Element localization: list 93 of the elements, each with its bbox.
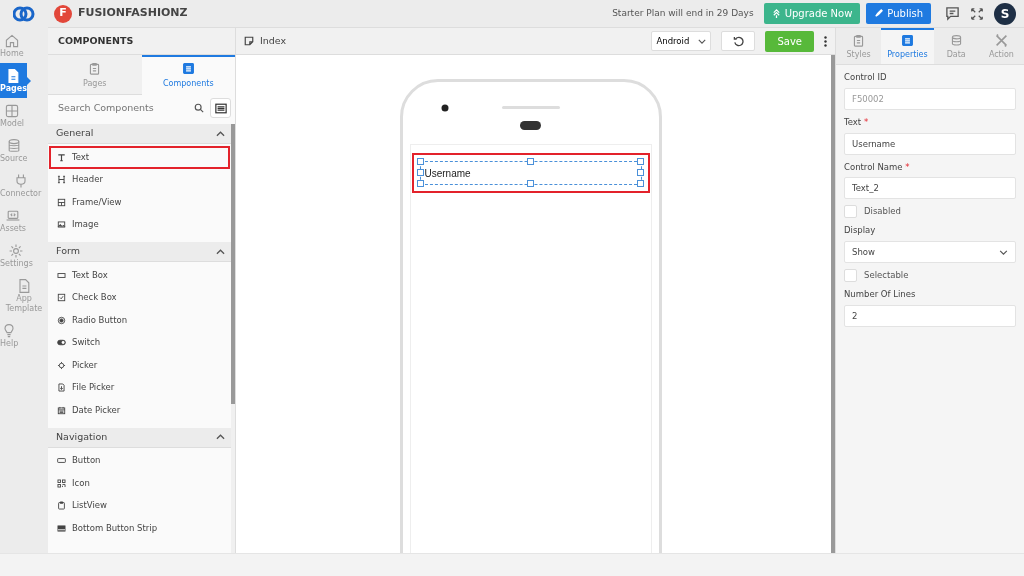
speaker-slot xyxy=(501,106,560,109)
heading-icon xyxy=(57,175,66,185)
component-item[interactable]: Icon xyxy=(49,472,230,495)
input-field[interactable]: 2 xyxy=(844,304,1016,327)
field-label: Display xyxy=(844,224,877,237)
more-button[interactable] xyxy=(824,35,827,47)
database-icon xyxy=(949,33,963,47)
field-label: Number Of Lines xyxy=(844,288,917,301)
component-item[interactable]: Header xyxy=(49,168,230,191)
list-icon xyxy=(214,102,227,114)
button-icon xyxy=(57,456,66,466)
clipboard-icon xyxy=(852,33,866,47)
chevron-up-icon xyxy=(216,434,225,440)
gear-icon xyxy=(8,243,25,259)
checkbox[interactable] xyxy=(844,269,857,282)
expand-icon xyxy=(970,6,984,21)
scrollbar[interactable] xyxy=(831,55,835,553)
publish-button[interactable]: Publish xyxy=(866,3,931,24)
undo-button[interactable] xyxy=(721,31,756,51)
undo-icon xyxy=(732,35,744,47)
resize-handle[interactable] xyxy=(526,158,534,165)
fullscreen-button[interactable] xyxy=(970,6,984,21)
scrollbar[interactable] xyxy=(231,124,235,404)
field-label: Control ID xyxy=(844,71,888,84)
checkbox-icon xyxy=(57,293,66,303)
search-icon xyxy=(194,103,204,113)
text-icon xyxy=(57,152,66,162)
list-icon xyxy=(181,61,195,75)
list-view-button[interactable] xyxy=(210,98,231,118)
component-item[interactable]: Check Box xyxy=(49,286,230,309)
plan-notice: Starter Plan will end in 29 Days xyxy=(612,6,754,20)
tray-icon xyxy=(57,523,66,533)
sensor-pill xyxy=(519,121,541,130)
page-name: Index xyxy=(260,33,287,48)
calendar-icon xyxy=(57,405,66,415)
component-item[interactable]: Button xyxy=(49,449,230,472)
component-item[interactable]: File Picker xyxy=(49,376,230,399)
component-item[interactable]: Bottom Button Strip xyxy=(49,517,230,540)
component-item[interactable]: Frame/View xyxy=(49,191,230,214)
component-item[interactable]: Picker xyxy=(49,354,230,377)
input-field[interactable]: Text_2 xyxy=(844,177,1016,200)
panel-tab[interactable]: Properties xyxy=(881,28,934,64)
app-logo-icon xyxy=(13,5,35,23)
resize-handle[interactable] xyxy=(526,180,534,187)
checkbox[interactable] xyxy=(844,205,857,219)
group-header[interactable]: General xyxy=(48,124,231,144)
panel-title: COMPONENTS xyxy=(48,28,235,55)
field-label: Text * xyxy=(844,115,870,129)
field-label: Control Name * xyxy=(844,160,911,174)
laptop-icon xyxy=(5,208,21,224)
component-item[interactable]: Radio Button xyxy=(49,309,230,332)
chevron-up-icon xyxy=(216,130,225,137)
layout-icon xyxy=(57,197,66,207)
page-icon xyxy=(244,36,254,46)
camera-dot-icon xyxy=(440,104,449,112)
qr-icon xyxy=(57,478,66,488)
chevron-up-icon xyxy=(216,248,225,255)
search-field[interactable]: Search Components xyxy=(56,99,188,117)
group-header[interactable]: Navigation xyxy=(48,427,231,448)
text-element[interactable]: Username xyxy=(419,161,642,185)
device-select[interactable]: Android xyxy=(651,31,712,51)
grid-icon xyxy=(4,103,20,119)
upgrade-icon xyxy=(771,9,781,18)
component-item[interactable]: ListView xyxy=(49,494,230,517)
chevron-down-icon xyxy=(999,249,1008,255)
app-name: FUSIONFASHIONZ xyxy=(78,5,188,22)
kebab-icon xyxy=(824,35,827,47)
component-item[interactable]: Text Box xyxy=(49,264,230,287)
document-icon xyxy=(16,278,32,294)
component-item[interactable]: Text xyxy=(49,146,230,169)
clipboard-icon xyxy=(57,501,66,511)
textbox-icon xyxy=(57,270,66,280)
crosshair-icon xyxy=(57,360,66,370)
group-header[interactable]: Form xyxy=(48,242,231,262)
user-avatar[interactable]: S xyxy=(994,2,1016,25)
checkbox-label: Selectable xyxy=(864,269,909,282)
select-field[interactable]: Show xyxy=(844,241,1016,263)
component-item[interactable]: Image xyxy=(49,213,230,236)
toggle-icon xyxy=(57,338,66,348)
file-icon xyxy=(57,383,66,393)
brand-logo: F xyxy=(54,4,72,23)
chat-button[interactable] xyxy=(945,6,960,21)
clipboard-icon xyxy=(88,61,102,75)
image-icon xyxy=(57,220,66,230)
home-icon xyxy=(3,33,20,49)
input-field[interactable]: Username xyxy=(844,132,1016,155)
list-icon xyxy=(900,33,914,47)
component-item[interactable]: Date Picker xyxy=(49,399,230,422)
checkbox-label: Disabled xyxy=(864,205,901,219)
chat-icon xyxy=(945,6,960,21)
component-item[interactable]: Switch xyxy=(49,331,230,354)
radio-icon xyxy=(57,315,66,325)
chevron-down-icon xyxy=(698,38,707,44)
